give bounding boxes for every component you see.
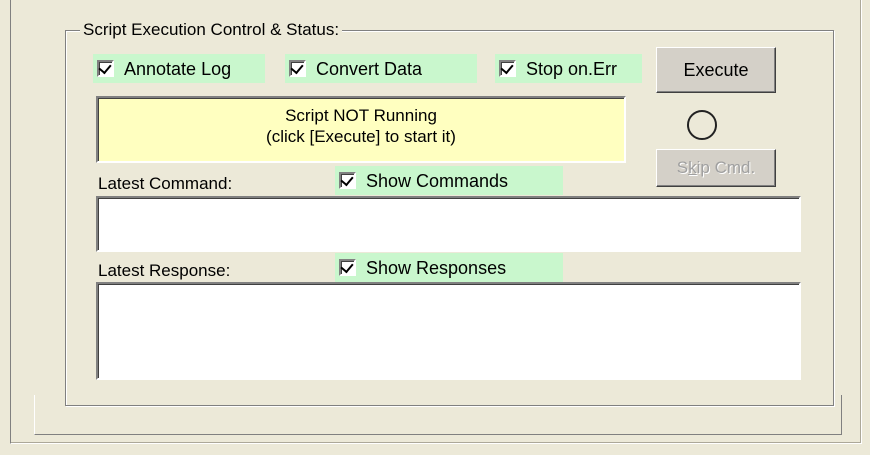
latest-command-label: Latest Command: bbox=[98, 174, 233, 193]
convert-data-checkbox[interactable]: Convert Data bbox=[285, 54, 477, 83]
checkbox-checked-icon bbox=[289, 60, 306, 77]
checkbox-checked-icon bbox=[339, 172, 356, 189]
latest-response-field[interactable] bbox=[96, 282, 801, 380]
checkbox-checked-icon bbox=[97, 60, 114, 77]
script-status-box: Script NOT Running (click [Execute] to s… bbox=[96, 96, 626, 163]
skip-cmd-button[interactable]: Skip Cmd. bbox=[656, 149, 776, 187]
show-commands-checkbox[interactable]: Show Commands bbox=[335, 166, 563, 195]
convert-data-label: Convert Data bbox=[316, 58, 423, 79]
checkbox-checked-icon bbox=[339, 259, 356, 276]
show-responses-label: Show Responses bbox=[366, 257, 507, 278]
skip-cmd-button-label: Skip Cmd. bbox=[676, 158, 756, 177]
running-indicator-icon bbox=[687, 110, 717, 140]
annotate-log-label: Annotate Log bbox=[124, 58, 232, 79]
execute-button-label: Execute bbox=[683, 59, 749, 80]
status-line-2: (click [Execute] to start it) bbox=[266, 127, 456, 146]
stop-on-err-checkbox[interactable]: Stop on.Err bbox=[495, 54, 642, 83]
annotate-log-checkbox[interactable]: Annotate Log bbox=[93, 54, 265, 83]
stop-on-err-label: Stop on.Err bbox=[526, 58, 618, 79]
show-responses-checkbox[interactable]: Show Responses bbox=[335, 253, 563, 282]
status-line-1: Script NOT Running bbox=[285, 106, 437, 125]
execute-button[interactable]: Execute bbox=[656, 47, 776, 93]
latest-command-field[interactable] bbox=[96, 196, 801, 252]
checkbox-checked-icon bbox=[499, 60, 516, 77]
latest-response-label: Latest Response: bbox=[98, 261, 231, 280]
group-title: Script Execution Control & Status: bbox=[80, 19, 343, 41]
show-commands-label: Show Commands bbox=[366, 170, 509, 191]
